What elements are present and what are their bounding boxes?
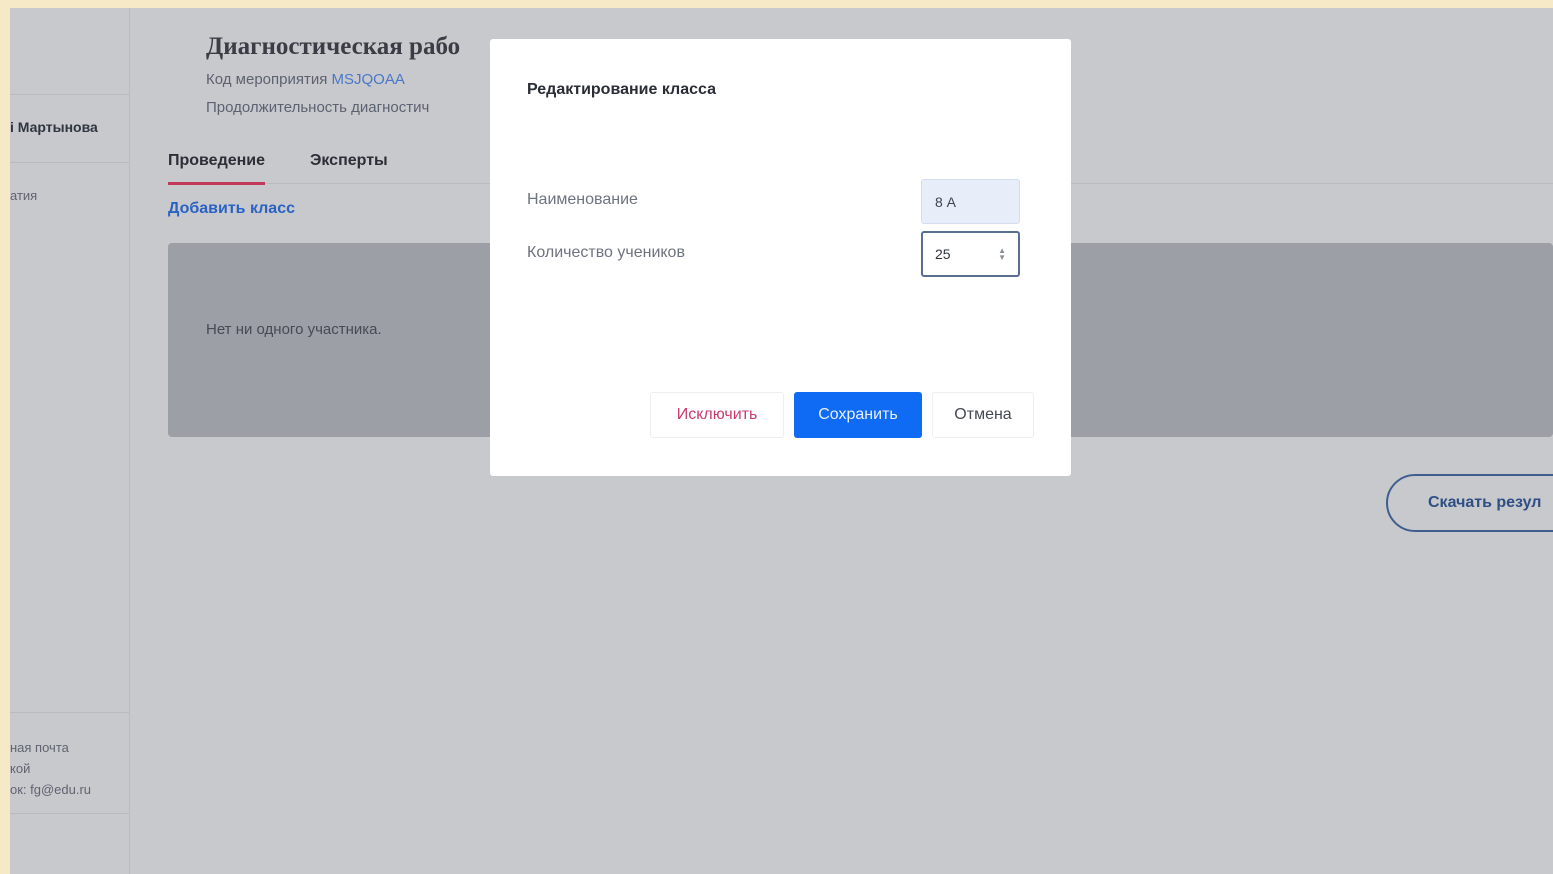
- support-contact: ная почта кой ок: fg@edu.ru: [10, 737, 91, 800]
- event-code-line: Код мероприятия MSJQOAA: [206, 71, 405, 88]
- sidebar-divider: [10, 712, 129, 713]
- sidebar-divider: [10, 94, 129, 95]
- student-count-value: 25: [935, 246, 951, 262]
- download-results-button[interactable]: Скачать резул: [1386, 474, 1553, 532]
- sidebar: і Мартынова атия ная почта кой ок: fg@ed…: [10, 8, 130, 874]
- exclude-button[interactable]: Исключить: [650, 392, 784, 438]
- user-name[interactable]: і Мартынова: [10, 119, 98, 135]
- edit-class-modal: Редактирование класса Наименование Колич…: [490, 39, 1071, 476]
- support-email[interactable]: ок: fg@edu.ru: [10, 779, 91, 800]
- save-button[interactable]: Сохранить: [794, 392, 922, 438]
- support-line: ная почта: [10, 740, 69, 755]
- support-line: кой: [10, 761, 31, 776]
- add-class-link[interactable]: Добавить класс: [168, 200, 295, 218]
- sidebar-item-events[interactable]: атия: [10, 188, 37, 203]
- student-count-label: Количество учеников: [527, 244, 685, 261]
- chevron-down-icon[interactable]: ▼: [998, 254, 1006, 262]
- name-label: Наименование: [527, 191, 638, 208]
- empty-state-text: Нет ни одного участника.: [206, 321, 382, 338]
- event-code-value[interactable]: MSJQOAA: [332, 71, 405, 88]
- event-code-label: Код мероприятия: [206, 71, 332, 88]
- duration-line: Продолжительность диагностич: [206, 99, 430, 116]
- student-count-input[interactable]: 25 ▲ ▼: [921, 231, 1020, 277]
- cancel-button[interactable]: Отмена: [932, 392, 1034, 438]
- page-title: Диагностическая рабо: [206, 33, 461, 60]
- sidebar-divider: [10, 162, 129, 163]
- tab-conduct[interactable]: Проведение: [168, 152, 266, 185]
- modal-title: Редактирование класса: [527, 81, 716, 98]
- sidebar-divider: [10, 813, 129, 814]
- class-name-input[interactable]: [921, 179, 1020, 224]
- tab-experts[interactable]: Эксперты: [310, 152, 388, 182]
- number-stepper[interactable]: ▲ ▼: [998, 247, 1006, 262]
